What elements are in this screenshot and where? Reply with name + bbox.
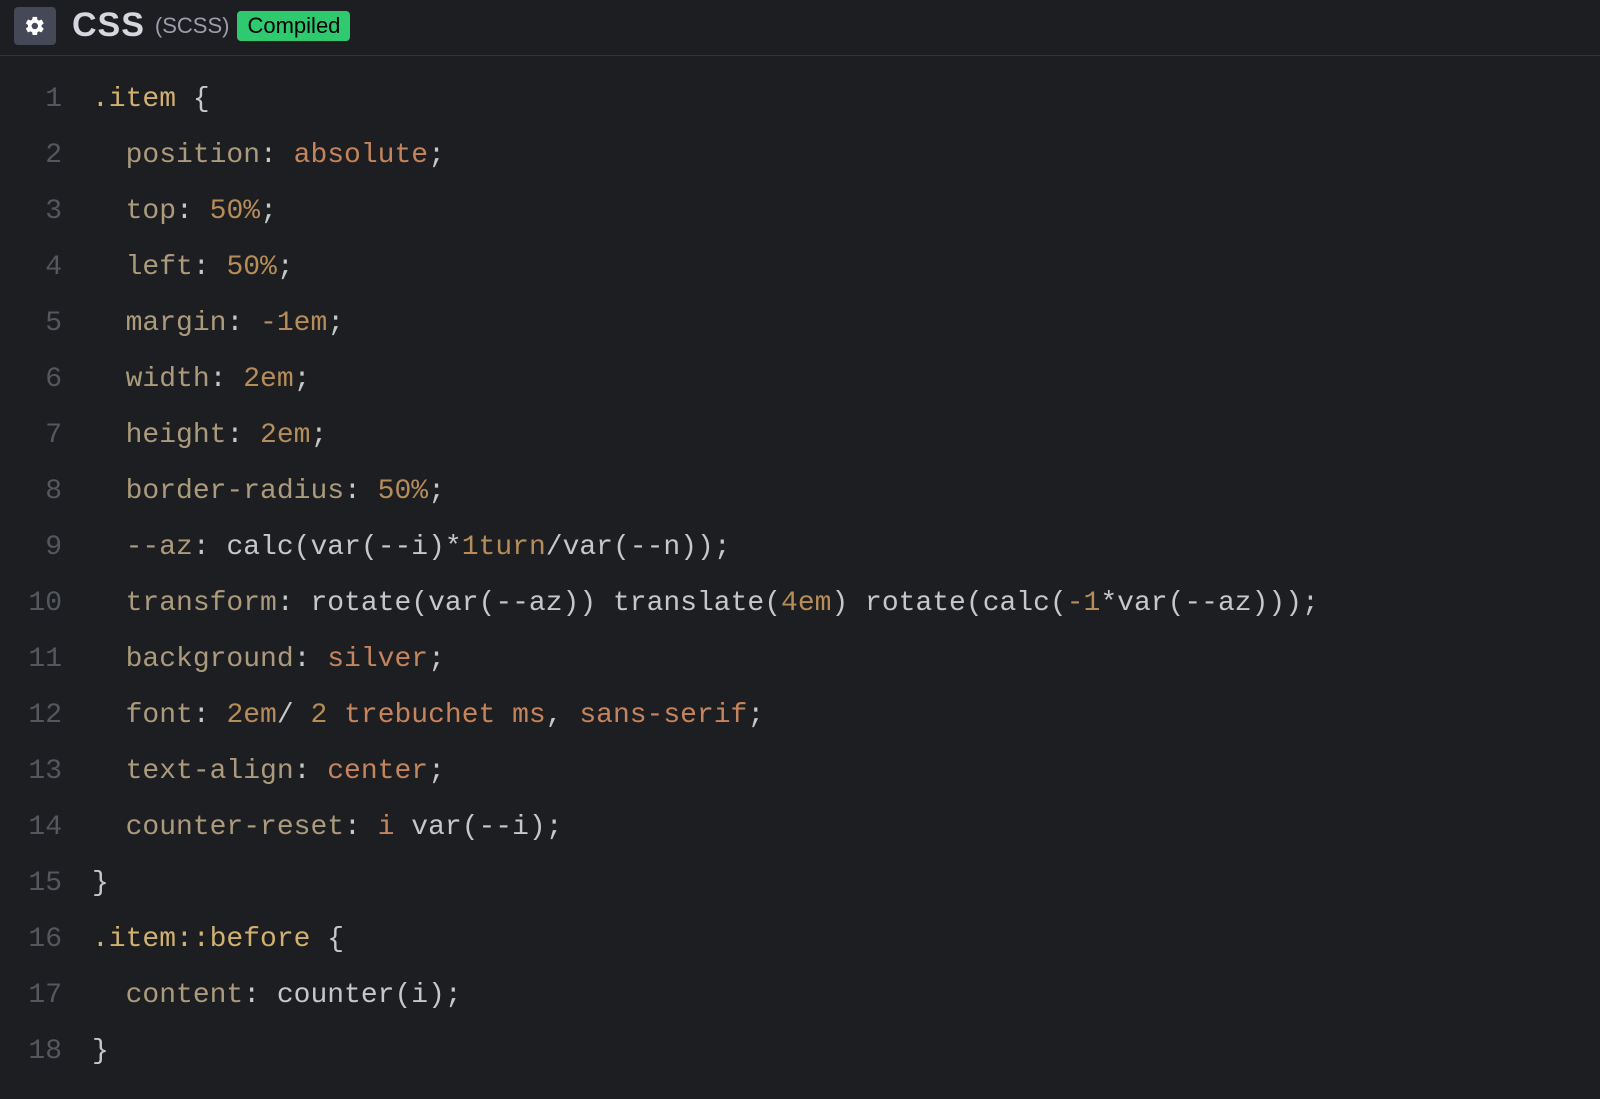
line-number: 1 xyxy=(0,72,62,128)
editor-header: CSS (SCSS) Compiled xyxy=(0,0,1600,56)
code-line: position: absolute; xyxy=(92,128,1319,184)
line-number: 12 xyxy=(0,688,62,744)
line-number: 8 xyxy=(0,464,62,520)
line-number: 7 xyxy=(0,408,62,464)
code-line: left: 50%; xyxy=(92,240,1319,296)
line-number: 6 xyxy=(0,352,62,408)
compiled-badge[interactable]: Compiled xyxy=(237,11,350,41)
code-line: border-radius: 50%; xyxy=(92,464,1319,520)
code-line: text-align: center; xyxy=(92,744,1319,800)
line-number: 5 xyxy=(0,296,62,352)
code-line: font: 2em/ 2 trebuchet ms, sans-serif; xyxy=(92,688,1319,744)
code-line: width: 2em; xyxy=(92,352,1319,408)
line-number-gutter: 1 2 3 4 5 6 7 8 9 10 11 12 13 14 15 16 1… xyxy=(0,72,72,1080)
code-line: .item { xyxy=(92,72,1319,128)
line-number: 2 xyxy=(0,128,62,184)
line-number: 9 xyxy=(0,520,62,576)
code-editor[interactable]: 1 2 3 4 5 6 7 8 9 10 11 12 13 14 15 16 1… xyxy=(0,56,1600,1080)
line-number: 15 xyxy=(0,856,62,912)
panel-subtitle: (SCSS) xyxy=(155,13,230,39)
line-number: 17 xyxy=(0,968,62,1024)
code-line: transform: rotate(var(--az)) translate(4… xyxy=(92,576,1319,632)
code-line: background: silver; xyxy=(92,632,1319,688)
code-line: } xyxy=(92,856,1319,912)
code-line: content: counter(i); xyxy=(92,968,1319,1024)
panel-title: CSS xyxy=(72,6,145,45)
code-line: .item::before { xyxy=(92,912,1319,968)
line-number: 13 xyxy=(0,744,62,800)
line-number: 14 xyxy=(0,800,62,856)
code-line: } xyxy=(92,1024,1319,1080)
line-number: 11 xyxy=(0,632,62,688)
code-line: --az: calc(var(--i)*1turn/var(--n)); xyxy=(92,520,1319,576)
line-number: 3 xyxy=(0,184,62,240)
code-content[interactable]: .item { position: absolute; top: 50%; le… xyxy=(72,72,1319,1080)
line-number: 10 xyxy=(0,576,62,632)
line-number: 4 xyxy=(0,240,62,296)
settings-button[interactable] xyxy=(14,7,56,45)
code-line: top: 50%; xyxy=(92,184,1319,240)
code-line: counter-reset: i var(--i); xyxy=(92,800,1319,856)
gear-icon xyxy=(24,15,46,37)
line-number: 18 xyxy=(0,1024,62,1080)
code-line: margin: -1em; xyxy=(92,296,1319,352)
line-number: 16 xyxy=(0,912,62,968)
code-line: height: 2em; xyxy=(92,408,1319,464)
